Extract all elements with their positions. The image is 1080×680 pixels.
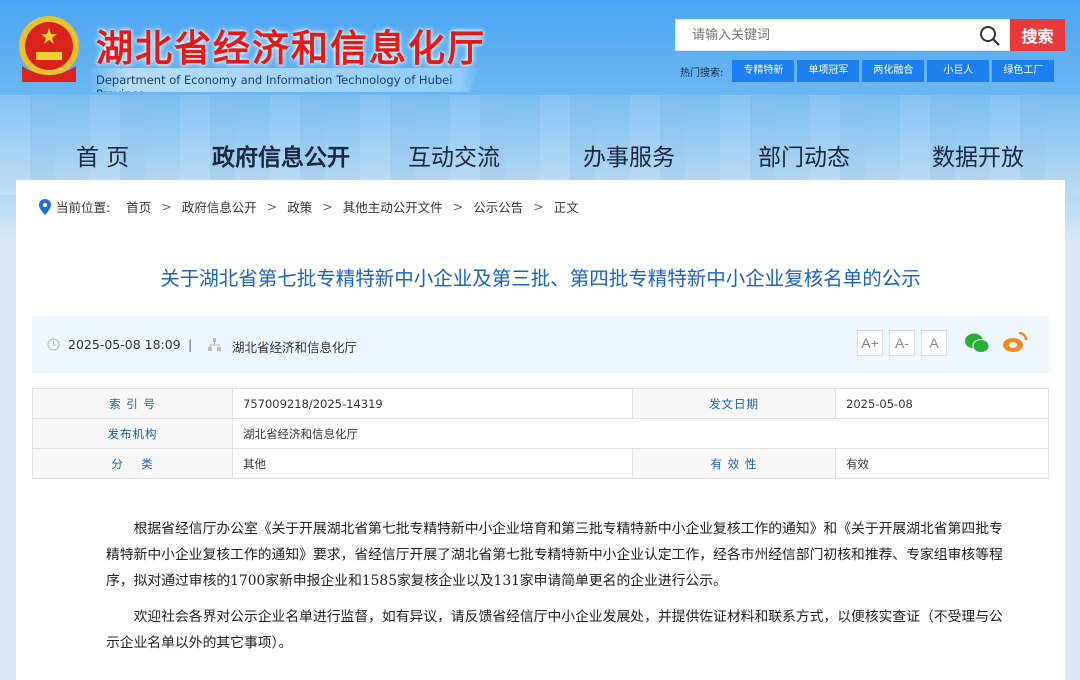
info-label: 分 类 xyxy=(32,448,233,479)
hot-tag[interactable]: 两化融合 xyxy=(862,60,925,82)
font-reset-button[interactable]: A xyxy=(921,330,947,356)
main-nav: 首 页 政府信息公开 互动交流 办事服务 部门动态 数据开放 xyxy=(0,132,1080,174)
paragraph: 欢迎社会各界对公示企业名单进行监督，如有异议，请反馈省经信厅中小企业发展处，并提… xyxy=(106,609,1003,651)
content-card: 当前位置: 首页 > 政府信息公开 > 政策 > 其他主动公开文件 > 公示公告 > 正文… xyxy=(16,180,1065,680)
nav-services[interactable]: 办事服务 xyxy=(583,138,675,172)
location-pin-icon xyxy=(39,198,51,215)
breadcrumb-label: 当前位置: xyxy=(56,200,111,215)
info-label: 发文日期 xyxy=(632,388,836,419)
font-decrease-button[interactable]: A- xyxy=(889,330,915,356)
document-info-table: 索 引 号 757009218/2025-14319 发文日期 2025-05-08 … xyxy=(32,388,1049,479)
nav-interaction[interactable]: 互动交流 xyxy=(408,138,500,172)
nav-gov-info[interactable]: 政府信息公开 xyxy=(212,138,350,172)
article-meta: 2025-05-08 18:09 | 湖北省经济和信息化厅 A+ A- A xyxy=(32,316,1049,373)
site-title-en: Department of Economy and Information Te… xyxy=(88,68,480,92)
breadcrumb-item[interactable]: 首页 xyxy=(126,197,151,216)
organization-icon xyxy=(208,338,221,351)
info-label: 有 效 性 xyxy=(632,448,836,479)
weibo-share-icon[interactable] xyxy=(1002,330,1028,354)
search-button[interactable]: 搜索 xyxy=(1010,19,1065,51)
info-value: 有效 xyxy=(835,448,1049,479)
search-icon[interactable] xyxy=(979,25,1001,47)
info-label: 发布机构 xyxy=(32,418,233,449)
article-body: 根据省经信厅办公室《关于开展湖北省第七批专精特新中小企业培育和第三批专精特新中小… xyxy=(106,516,1006,666)
paragraph: 根据省经信厅办公室《关于开展湖北省第七批专精特新中小企业培育和第三批专精特新中小… xyxy=(106,521,1003,589)
breadcrumb-item[interactable]: 公示公告 xyxy=(473,197,523,216)
article-source: 湖北省经济和信息化厅 xyxy=(232,340,358,355)
info-value: 湖北省经济和信息化厅 xyxy=(232,418,1049,449)
hot-tag[interactable]: 专精特新 xyxy=(732,60,795,82)
nav-open-data[interactable]: 数据开放 xyxy=(932,138,1024,172)
site-title: 湖北省经济和信息化厅 xyxy=(96,27,486,70)
breadcrumb-item[interactable]: 政策 xyxy=(287,197,312,216)
clock-icon xyxy=(47,338,60,351)
hot-search: 热门搜索: 专精特新 单项冠军 两化融合 小巨人 绿色工厂 xyxy=(680,60,1055,82)
nav-home[interactable]: 首 页 xyxy=(76,138,129,172)
breadcrumb-item[interactable]: 政府信息公开 xyxy=(182,197,257,216)
publish-datetime: 2025-05-08 18:09 xyxy=(68,337,181,352)
info-label: 索 引 号 xyxy=(32,388,233,419)
hot-tag[interactable]: 小巨人 xyxy=(927,60,990,82)
national-emblem-logo xyxy=(19,16,79,82)
breadcrumb: 当前位置: 首页 > 政府信息公开 > 政策 > 其他主动公开文件 > 公示公告 > 正文 xyxy=(38,197,579,216)
nav-news[interactable]: 部门动态 xyxy=(758,138,850,172)
hot-tag[interactable]: 单项冠军 xyxy=(797,60,860,82)
breadcrumb-item: 正文 xyxy=(553,200,579,215)
search-input[interactable] xyxy=(676,20,966,50)
breadcrumb-item[interactable]: 其他主动公开文件 xyxy=(343,197,443,216)
search-box xyxy=(675,19,1010,51)
info-value: 其他 xyxy=(232,448,633,479)
info-value: 2025-05-08 xyxy=(835,388,1049,419)
hot-tag[interactable]: 绿色工厂 xyxy=(992,60,1055,82)
info-value: 757009218/2025-14319 xyxy=(232,388,633,419)
hot-search-label: 热门搜索: xyxy=(680,67,724,79)
article-title: 关于湖北省第七批专精特新中小企业及第三批、第四批专精特新中小企业复核名单的公示 xyxy=(160,267,921,290)
font-increase-button[interactable]: A+ xyxy=(857,330,883,356)
wechat-share-icon[interactable] xyxy=(964,332,990,354)
divider: | xyxy=(188,337,193,352)
